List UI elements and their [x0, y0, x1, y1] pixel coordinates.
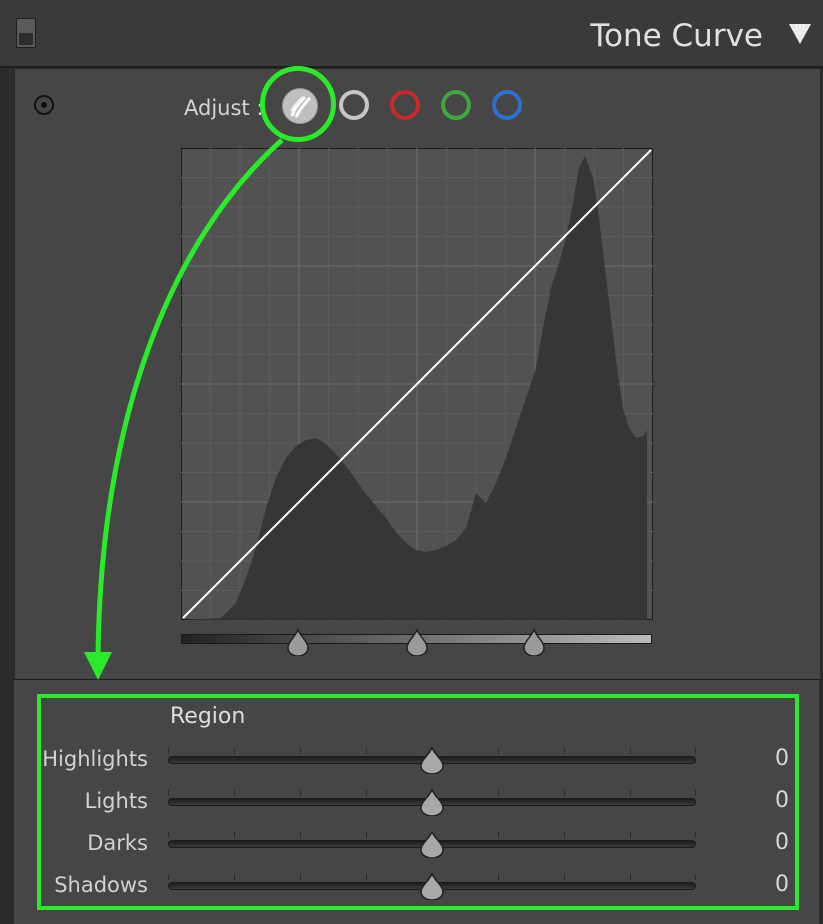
lights-label: Lights	[84, 789, 148, 813]
shadows-slider-thumb[interactable]	[419, 872, 445, 900]
green-channel-button[interactable]	[441, 90, 471, 120]
shadows-split-handle[interactable]	[286, 628, 310, 656]
darks-slider-thumb[interactable]	[419, 830, 445, 858]
red-channel-button[interactable]	[390, 90, 420, 120]
rgb-channel-button[interactable]	[339, 90, 369, 120]
darks-label: Darks	[87, 831, 148, 855]
highlights-split-handle[interactable]	[522, 628, 546, 656]
panel-switch-icon[interactable]	[16, 18, 36, 48]
parametric-curve-icon	[290, 95, 312, 118]
darks-value[interactable]: 0	[775, 830, 789, 855]
lights-slider-thumb[interactable]	[419, 788, 445, 816]
highlights-label: Highlights	[42, 747, 148, 771]
blue-channel-button[interactable]	[492, 90, 522, 120]
midtones-split-handle[interactable]	[405, 628, 429, 656]
tone-curve-graph[interactable]	[181, 148, 653, 620]
adjust-label: Adjust :	[184, 96, 264, 120]
panel-header[interactable]: Tone Curve	[0, 0, 823, 68]
shadows-value[interactable]: 0	[775, 872, 789, 897]
targeted-adjustment-icon[interactable]	[34, 95, 54, 115]
highlights-value[interactable]: 0	[775, 746, 789, 771]
region-title: Region	[170, 704, 246, 729]
lights-value[interactable]: 0	[775, 788, 789, 813]
collapse-triangle-icon[interactable]	[789, 24, 811, 44]
highlights-slider-thumb[interactable]	[419, 746, 445, 774]
parametric-curve-button[interactable]	[282, 88, 318, 124]
panel-title: Tone Curve	[590, 18, 763, 54]
shadows-label: Shadows	[54, 873, 148, 897]
